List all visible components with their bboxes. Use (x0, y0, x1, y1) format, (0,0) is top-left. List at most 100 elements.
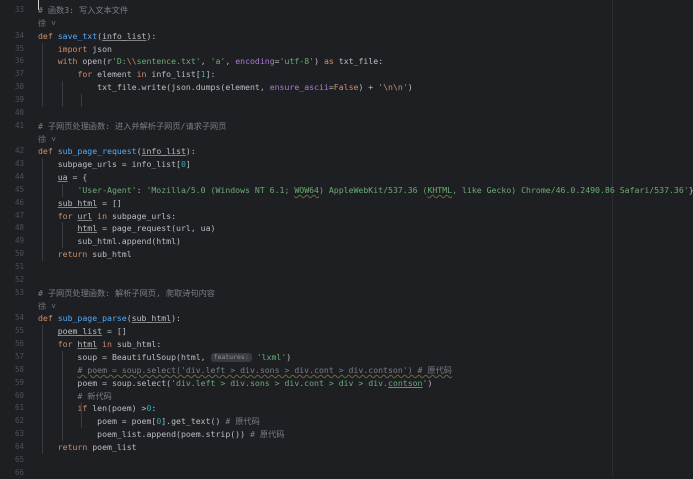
code-line[interactable]: 50 return sub_html (0, 248, 693, 260)
code-line[interactable]: 徐 ˅ (0, 133, 693, 145)
code-token: # 函数3: 写入文本文件 (38, 5, 129, 15)
code-line[interactable]: 60 # 新代码 (0, 390, 693, 402)
code-token: ] (185, 159, 191, 170)
line-number: 39 (14, 94, 24, 104)
code-token: ): (171, 313, 181, 324)
code-token: poem_list (92, 441, 137, 452)
indent-guide (42, 42, 43, 107)
line-code: html = page_request(url, ua) (38, 222, 215, 234)
code-line[interactable]: 56 for html in sub_html: (0, 338, 693, 350)
code-token: : (151, 403, 157, 414)
code-line[interactable]: 36 with open(r'D:\\sentence.txt', 'a', e… (0, 55, 693, 67)
code-line[interactable]: 徐 ˅ (0, 17, 693, 29)
line-code: def sub_page_request(info_list): (38, 145, 196, 157)
line-code: txt_file.write(json.dumps(element, ensur… (38, 81, 413, 93)
code-token: \\ (126, 56, 137, 67)
code-token: # 子网页处理函数: 解析子网页, 爬取诗句内容 (38, 287, 215, 298)
code-line[interactable]: 41 # 子网页处理函数: 进入并解析子网页/请求子网页 (0, 120, 693, 132)
line-number: 49 (14, 236, 24, 246)
line-code: def save_txt(info_list): (38, 30, 156, 42)
code-token: soup = BeautifulSoup(html, (38, 351, 211, 362)
code-line[interactable]: 37 for element in info_list[1]: (0, 68, 693, 80)
indent-guide (62, 350, 63, 441)
fold-marker: 徐 ˅ (38, 300, 57, 311)
code-token: html (77, 223, 98, 234)
line-number: 38 (14, 82, 24, 92)
code-token: return (57, 249, 93, 260)
code-token: ) + (358, 82, 379, 93)
code-token: ensure_ascii (269, 82, 329, 93)
line-code: # 函数3: 写入文本文件 (38, 4, 128, 16)
code-line[interactable]: 51 (0, 261, 693, 273)
code-token: 'Mozilla/5.0 (Windows NT 6.1; (146, 184, 295, 195)
code-line[interactable]: 39 (0, 94, 693, 106)
line-number: 65 (14, 454, 24, 464)
indent-guide (81, 93, 82, 107)
line-code: soup = BeautifulSoup(html, features: 'lx… (38, 351, 291, 363)
code-line[interactable]: 62 poem = poem[0].get_text() # 原代码 (0, 415, 693, 427)
code-line[interactable]: 34 def save_txt(info_list): (0, 30, 693, 42)
code-token: sentence.txt' (136, 56, 201, 67)
line-number: 62 (14, 416, 24, 426)
code-token: poem_list (57, 326, 103, 337)
code-line[interactable]: 43 subpage_urls = info_list[0] (0, 158, 693, 170)
code-token: 'D: (111, 56, 127, 67)
line-number: 58 (14, 364, 24, 374)
indent-guide (42, 158, 43, 261)
code-token: ) (407, 82, 413, 93)
line-number: 61 (14, 403, 24, 413)
line-code: 'User-Agent': 'Mozilla/5.0 (Windows NT 6… (38, 184, 693, 196)
code-token: 'User-Agent' (77, 184, 137, 195)
code-line[interactable]: 49 sub_html.append(html) (0, 235, 693, 247)
code-line[interactable]: 42 def sub_page_request(info_list): (0, 145, 693, 157)
code-token: open(r (82, 56, 112, 67)
code-token: contson (387, 377, 423, 388)
code-token: ua (57, 172, 68, 183)
code-token: txt_file.write(json.dumps(element, (38, 82, 270, 93)
line-number: 46 (14, 197, 24, 207)
line-code: with open(r'D:\\sentence.txt', 'a', enco… (38, 55, 383, 67)
code-line[interactable]: 48 html = page_request(url, ua) (0, 222, 693, 234)
fold-marker: 徐 ˅ (38, 17, 57, 28)
line-number: 40 (14, 107, 24, 117)
code-line[interactable]: 63 poem_list.append(poem.strip()) # 原代码 (0, 428, 693, 440)
code-line[interactable]: 55 poem_list = [] (0, 325, 693, 337)
code-line[interactable]: 59 poem = soup.select('div.left > div.so… (0, 377, 693, 389)
code-editor[interactable]: 33 # 函数3: 写入文本文件徐 ˅ 34 def save_txt(info_li… (0, 0, 693, 479)
line-number: 34 (14, 30, 24, 40)
code-line[interactable]: 徐 ˅ (0, 300, 693, 312)
code-line[interactable]: 57 soup = BeautifulSoup(html, features: … (0, 351, 693, 363)
code-token: ]: (205, 69, 216, 80)
code-line[interactable]: 45 'User-Agent': 'Mozilla/5.0 (Windows N… (0, 184, 693, 196)
code-token: info_list (102, 30, 147, 41)
code-line[interactable]: 58 # poem = soup.select('div.left > div.… (0, 364, 693, 376)
code-line[interactable]: 52 (0, 274, 693, 286)
code-line[interactable]: 46 sub_html = [] (0, 197, 693, 209)
code-line[interactable]: 54 def sub_page_parse(sub_html): (0, 312, 693, 324)
code-token: False (333, 82, 359, 93)
line-code: # poem = soup.select('div.left > div.son… (38, 364, 452, 376)
code-line[interactable]: 33 # 函数3: 写入文本文件 (0, 4, 693, 16)
code-line[interactable]: 53 # 子网页处理函数: 解析子网页, 爬取诗句内容 (0, 287, 693, 299)
code-line[interactable]: 44 ua = { (0, 171, 693, 183)
code-line[interactable]: 35 import json (0, 43, 693, 55)
code-line[interactable]: 66 (0, 467, 693, 479)
line-number: 51 (14, 262, 24, 271)
code-token: len(poem) > (92, 403, 147, 414)
code-line[interactable]: 38 txt_file.write(json.dumps(element, en… (0, 81, 693, 93)
code-token: in (136, 69, 152, 80)
code-line[interactable]: 65 (0, 454, 693, 466)
code-token: def (38, 313, 58, 324)
code-line[interactable]: 61 if len(poem) >0: (0, 402, 693, 414)
code-line[interactable]: 47 for url in subpage_urls: (0, 210, 693, 222)
code-line[interactable]: 40 (0, 107, 693, 119)
code-token: poem = poem[ (38, 416, 157, 427)
code-line[interactable]: 64 return poem_list (0, 441, 693, 453)
